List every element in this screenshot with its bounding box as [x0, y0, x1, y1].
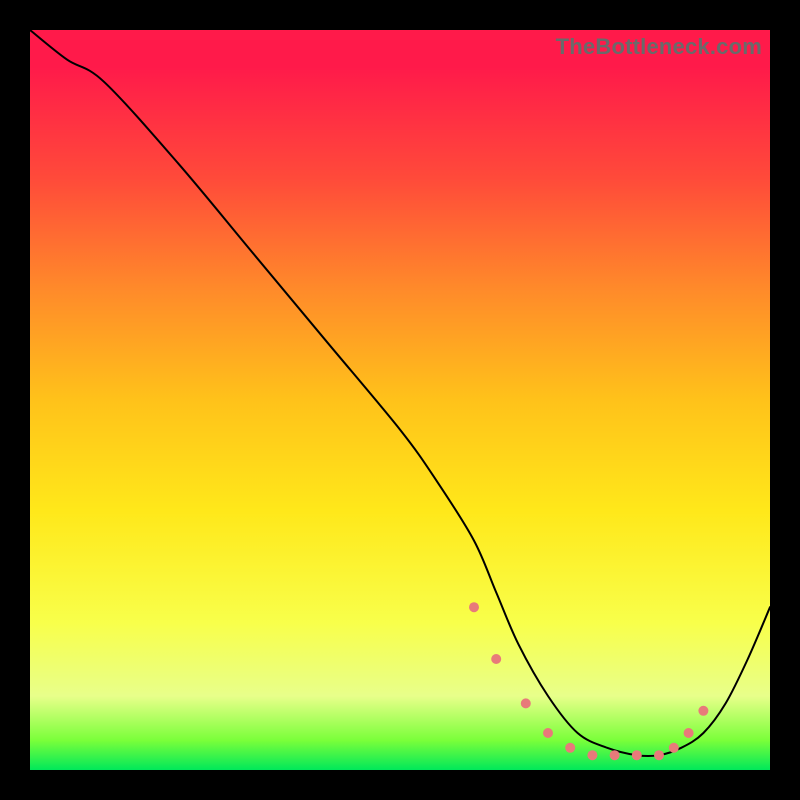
highlight-dots [469, 602, 708, 760]
chart-overlay [30, 30, 770, 770]
chart-stage: TheBottleneck.com [0, 0, 800, 800]
highlight-dot [632, 750, 642, 760]
bottleneck-curve [30, 30, 770, 756]
highlight-dot [654, 750, 664, 760]
plot-area: TheBottleneck.com [30, 30, 770, 770]
highlight-dot [521, 698, 531, 708]
highlight-dot [698, 706, 708, 716]
highlight-dot [491, 654, 501, 664]
highlight-dot [684, 728, 694, 738]
highlight-dot [669, 743, 679, 753]
highlight-dot [610, 750, 620, 760]
highlight-dot [587, 750, 597, 760]
highlight-dot [543, 728, 553, 738]
highlight-dot [565, 743, 575, 753]
highlight-dot [469, 602, 479, 612]
